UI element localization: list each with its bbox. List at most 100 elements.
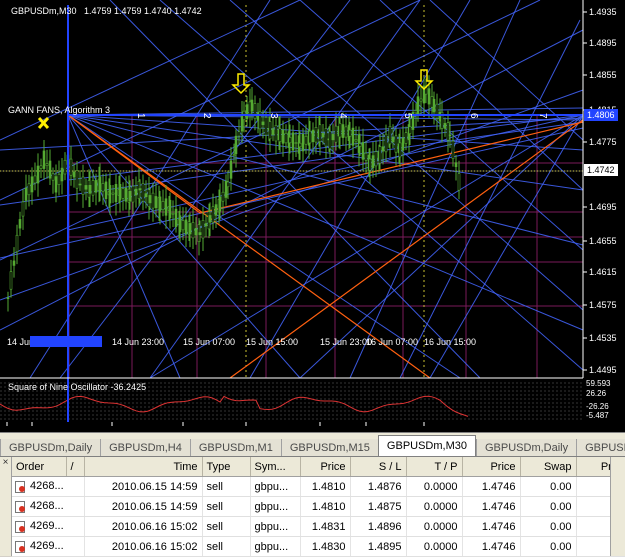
orders-table: Order / Time Type Sym... Price S / L T /… bbox=[12, 457, 625, 557]
price-tick-label: 1.4775 bbox=[589, 137, 617, 147]
ohlc-values: 1.4759 1.4759 1.4740 1.4742 bbox=[84, 6, 202, 16]
fan-number-label: 3 bbox=[268, 113, 279, 119]
order-tp: 0.0000 bbox=[406, 516, 463, 537]
col-type[interactable]: Type bbox=[202, 457, 251, 477]
order-symbol: gbpu... bbox=[250, 516, 301, 537]
order-tp: 0.0000 bbox=[406, 536, 463, 557]
time-tick-label: 15 Jun 23:00 bbox=[320, 337, 372, 347]
oscillator-label: Square of Nine Oscillator -36.2425 bbox=[8, 382, 146, 392]
table-row[interactable]: 4268... 2010.06.15 14:59 sell gbpu... 1.… bbox=[12, 496, 625, 517]
order-price: 1.4810 bbox=[300, 476, 351, 497]
order-current-price: 1.4746 bbox=[462, 536, 521, 557]
col-current-price[interactable]: Price bbox=[462, 457, 521, 477]
chart-tabs: GBPUSDm,Daily GBPUSDm,H4 GBPUSDm,M1 GBPU… bbox=[0, 432, 625, 457]
price-tick-label: 1.4855 bbox=[589, 70, 617, 80]
time-tick-label: 16 Jun 07:00 bbox=[366, 337, 418, 347]
order-swap: 0.00 bbox=[520, 476, 577, 497]
oscillator-tick-label: -26.26 bbox=[586, 402, 609, 411]
order-price: 1.4831 bbox=[300, 516, 351, 537]
table-row[interactable]: 4269... 2010.06.16 15:02 sell gbpu... 1.… bbox=[12, 536, 625, 557]
tab-gbpusdm-m5[interactable]: GBPUSDm,M5 bbox=[576, 439, 625, 457]
order-current-price: 1.4746 bbox=[462, 496, 521, 517]
col-symbol[interactable]: Sym... bbox=[250, 457, 301, 477]
price-tick-label: 1.4495 bbox=[589, 365, 617, 375]
tab-gbpusdm-h4[interactable]: GBPUSDm,H4 bbox=[100, 439, 190, 457]
price-tick-label: 1.4535 bbox=[589, 333, 617, 343]
fan-number-label: 2 bbox=[201, 113, 212, 119]
price-tick-label: 1.4575 bbox=[589, 300, 617, 310]
col-swap[interactable]: Swap bbox=[520, 457, 577, 477]
sell-order-icon bbox=[14, 480, 26, 493]
fan-number-label: 1 bbox=[135, 113, 146, 119]
fan-number-label: 5 bbox=[402, 113, 413, 119]
order-id: 4268... bbox=[30, 500, 64, 513]
order-price: 1.4830 bbox=[300, 536, 351, 557]
order-sl: 1.4875 bbox=[350, 496, 407, 517]
table-header: Order / Time Type Sym... Price S / L T /… bbox=[12, 457, 625, 477]
col-sort[interactable]: / bbox=[66, 457, 85, 477]
indicator-label: GANN FANS, Algorithm 3 bbox=[8, 105, 110, 115]
table-row[interactable]: 4269... 2010.06.16 15:02 sell gbpu... 1.… bbox=[12, 516, 625, 537]
order-symbol: gbpu... bbox=[250, 496, 301, 517]
order-time: 2010.06.16 15:02 bbox=[84, 516, 203, 537]
terminal-panel: × Order / Time Type Sym... Price S / L T… bbox=[0, 456, 625, 557]
col-order[interactable]: Order bbox=[12, 457, 67, 477]
col-sl[interactable]: S / L bbox=[350, 457, 407, 477]
order-type: sell bbox=[202, 536, 251, 557]
order-tp: 0.0000 bbox=[406, 496, 463, 517]
terminal-scrollbar[interactable] bbox=[610, 457, 625, 556]
price-tick-label: 1.4615 bbox=[589, 267, 617, 277]
price-tick-label: 1.4695 bbox=[589, 202, 617, 212]
oscillator-panel: Square of Nine Oscillator -36.2425 59.59… bbox=[0, 379, 611, 422]
order-price: 1.4810 bbox=[300, 496, 351, 517]
order-id: 4269... bbox=[30, 540, 64, 553]
time-tick-label: 15 Jun 15:00 bbox=[246, 337, 298, 347]
time-tick-label: 14 Jun 23:00 bbox=[112, 337, 164, 347]
order-swap: 0.00 bbox=[520, 536, 577, 557]
tab-gbpusdm-daily-2[interactable]: GBPUSDm,Daily bbox=[476, 439, 577, 457]
order-id: 4268... bbox=[30, 480, 64, 493]
order-time: 2010.06.15 14:59 bbox=[84, 476, 203, 497]
price-tick-label: 1.4935 bbox=[589, 7, 617, 17]
terminal-sidebar: × bbox=[0, 457, 12, 556]
order-sl: 1.4895 bbox=[350, 536, 407, 557]
table-row[interactable]: 4268... 2010.06.15 14:59 sell gbpu... 1.… bbox=[12, 476, 625, 497]
price-tick-label: 1.4655 bbox=[589, 236, 617, 246]
tab-gbpusdm-m30[interactable]: GBPUSDm,M30 bbox=[377, 435, 476, 457]
order-swap: 0.00 bbox=[520, 516, 577, 537]
order-symbol: gbpu... bbox=[250, 536, 301, 557]
order-type: sell bbox=[202, 496, 251, 517]
sell-order-icon bbox=[14, 540, 26, 553]
oscillator-tick-label: 59.593 bbox=[586, 379, 611, 388]
current-price-label: 1.4742 bbox=[587, 165, 615, 175]
order-time: 2010.06.16 15:02 bbox=[84, 536, 203, 557]
order-time: 2010.06.15 14:59 bbox=[84, 496, 203, 517]
order-tp: 0.0000 bbox=[406, 476, 463, 497]
blue-level-label: 1.4806 bbox=[587, 110, 615, 120]
tab-gbpusdm-daily[interactable]: GBPUSDm,Daily bbox=[0, 439, 101, 457]
fan-number-label: 4 bbox=[337, 113, 348, 119]
tab-gbpusdm-m1[interactable]: GBPUSDm,M1 bbox=[189, 439, 281, 457]
tab-gbpusdm-m15[interactable]: GBPUSDm,M15 bbox=[280, 439, 378, 457]
symbol-label: GBPUSDm,M30 bbox=[11, 6, 77, 16]
col-price[interactable]: Price bbox=[300, 457, 351, 477]
col-tp[interactable]: T / P bbox=[406, 457, 463, 477]
order-type: sell bbox=[202, 476, 251, 497]
selected-time-box bbox=[30, 336, 102, 347]
time-tick-label: 16 Jun 15:00 bbox=[424, 337, 476, 347]
close-icon[interactable]: × bbox=[0, 457, 11, 468]
order-current-price: 1.4746 bbox=[462, 476, 521, 497]
order-current-price: 1.4746 bbox=[462, 516, 521, 537]
fan-number-label: 7 bbox=[537, 113, 548, 119]
oscillator-tick-label: 26.26 bbox=[586, 389, 607, 398]
order-type: sell bbox=[202, 516, 251, 537]
time-tick-label: 15 Jun 07:00 bbox=[183, 337, 235, 347]
col-time[interactable]: Time bbox=[84, 457, 203, 477]
fan-number-label: 6 bbox=[468, 113, 479, 119]
order-swap: 0.00 bbox=[520, 496, 577, 517]
price-tick-label: 1.4895 bbox=[589, 38, 617, 48]
price-chart[interactable]: 1.49351.48951.48551.48151.47751.46951.46… bbox=[0, 0, 625, 432]
order-id: 4269... bbox=[30, 520, 64, 533]
sell-order-icon bbox=[14, 500, 26, 513]
order-sl: 1.4896 bbox=[350, 516, 407, 537]
